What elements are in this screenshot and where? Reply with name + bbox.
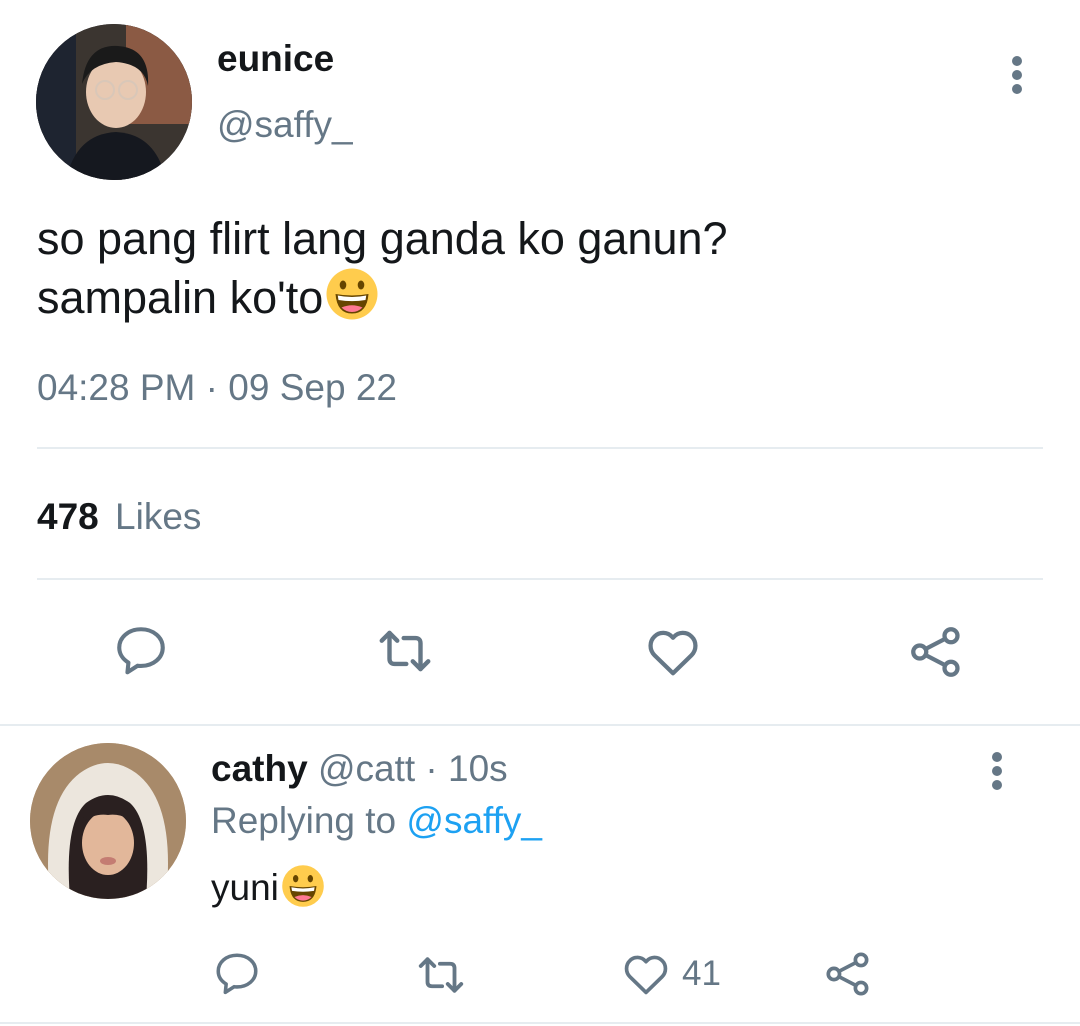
reply-age: 10s [448,748,508,789]
more-vertical-icon-dot [992,780,1002,790]
reply-author-avatar-image [30,743,186,899]
heart-icon [648,630,698,676]
replying-to: Replying to @saffy_ [211,800,542,842]
retweet-icon [379,630,431,672]
tweet-timestamp[interactable]: 04:28 PM · 09 Sep 22 [37,367,397,409]
reply-header: cathy @catt · 10s [211,748,508,790]
reply-share-button[interactable] [822,948,874,1000]
heart-icon [624,955,668,995]
more-options-button[interactable] [1004,56,1030,96]
divider [37,578,1043,580]
more-vertical-icon [992,752,1002,762]
author-handle[interactable]: @saffy_ [217,104,353,146]
more-vertical-icon-dot [1012,70,1022,80]
reply-like-button[interactable] [620,948,672,1000]
tweet-date: 09 Sep 22 [228,367,397,408]
divider [0,724,1080,726]
reply-retweet-button[interactable] [414,948,468,1002]
likes-stat[interactable]: 478 Likes [37,496,201,538]
replying-to-handle-link[interactable]: @saffy_ [406,800,542,841]
retweet-button[interactable] [374,620,436,682]
author-display-name[interactable]: eunice [217,38,334,80]
reply-author-avatar[interactable] [30,743,186,899]
retweet-icon [418,957,464,993]
reply-like-count: 41 [682,954,721,993]
grinning-face-emoji-icon [282,865,324,907]
tweet-text-line-2-text: sampalin ko'to [37,272,324,323]
tweet-text: so pang flirt lang ganda ko ganun? sampa… [37,210,1037,326]
tweet-text-line-2: sampalin ko'to [37,267,1037,326]
reply-text: yuni [211,864,325,909]
reply-comment-button[interactable] [212,949,262,999]
grinning-face-emoji-icon [326,268,378,320]
reply-more-options-button[interactable] [984,752,1010,792]
reply-author-handle[interactable]: @catt [318,748,415,789]
divider [37,447,1043,449]
divider [0,1022,1080,1024]
comment-icon [117,627,165,675]
more-vertical-icon [1012,56,1022,66]
timestamp-separator: · [205,367,218,408]
share-icon [911,627,960,677]
more-vertical-icon-dot [992,766,1002,776]
comment-icon [216,953,258,995]
more-vertical-icon-dot [1012,84,1022,94]
like-button[interactable] [643,622,703,682]
reply-author-name[interactable]: cathy [211,748,308,789]
author-avatar[interactable] [36,24,192,180]
share-button[interactable] [906,622,966,682]
replying-to-prefix: Replying to [211,800,397,841]
reply-button[interactable] [112,622,170,680]
tweet-time: 04:28 PM [37,367,196,408]
tweet-text-line-1: so pang flirt lang ganda ko ganun? [37,213,728,264]
author-avatar-image [36,24,192,180]
likes-label: Likes [115,496,202,537]
reply-text-content: yuni [211,867,279,908]
likes-count: 478 [37,496,99,537]
share-icon [826,952,869,996]
reply-header-separator: · [425,748,438,789]
